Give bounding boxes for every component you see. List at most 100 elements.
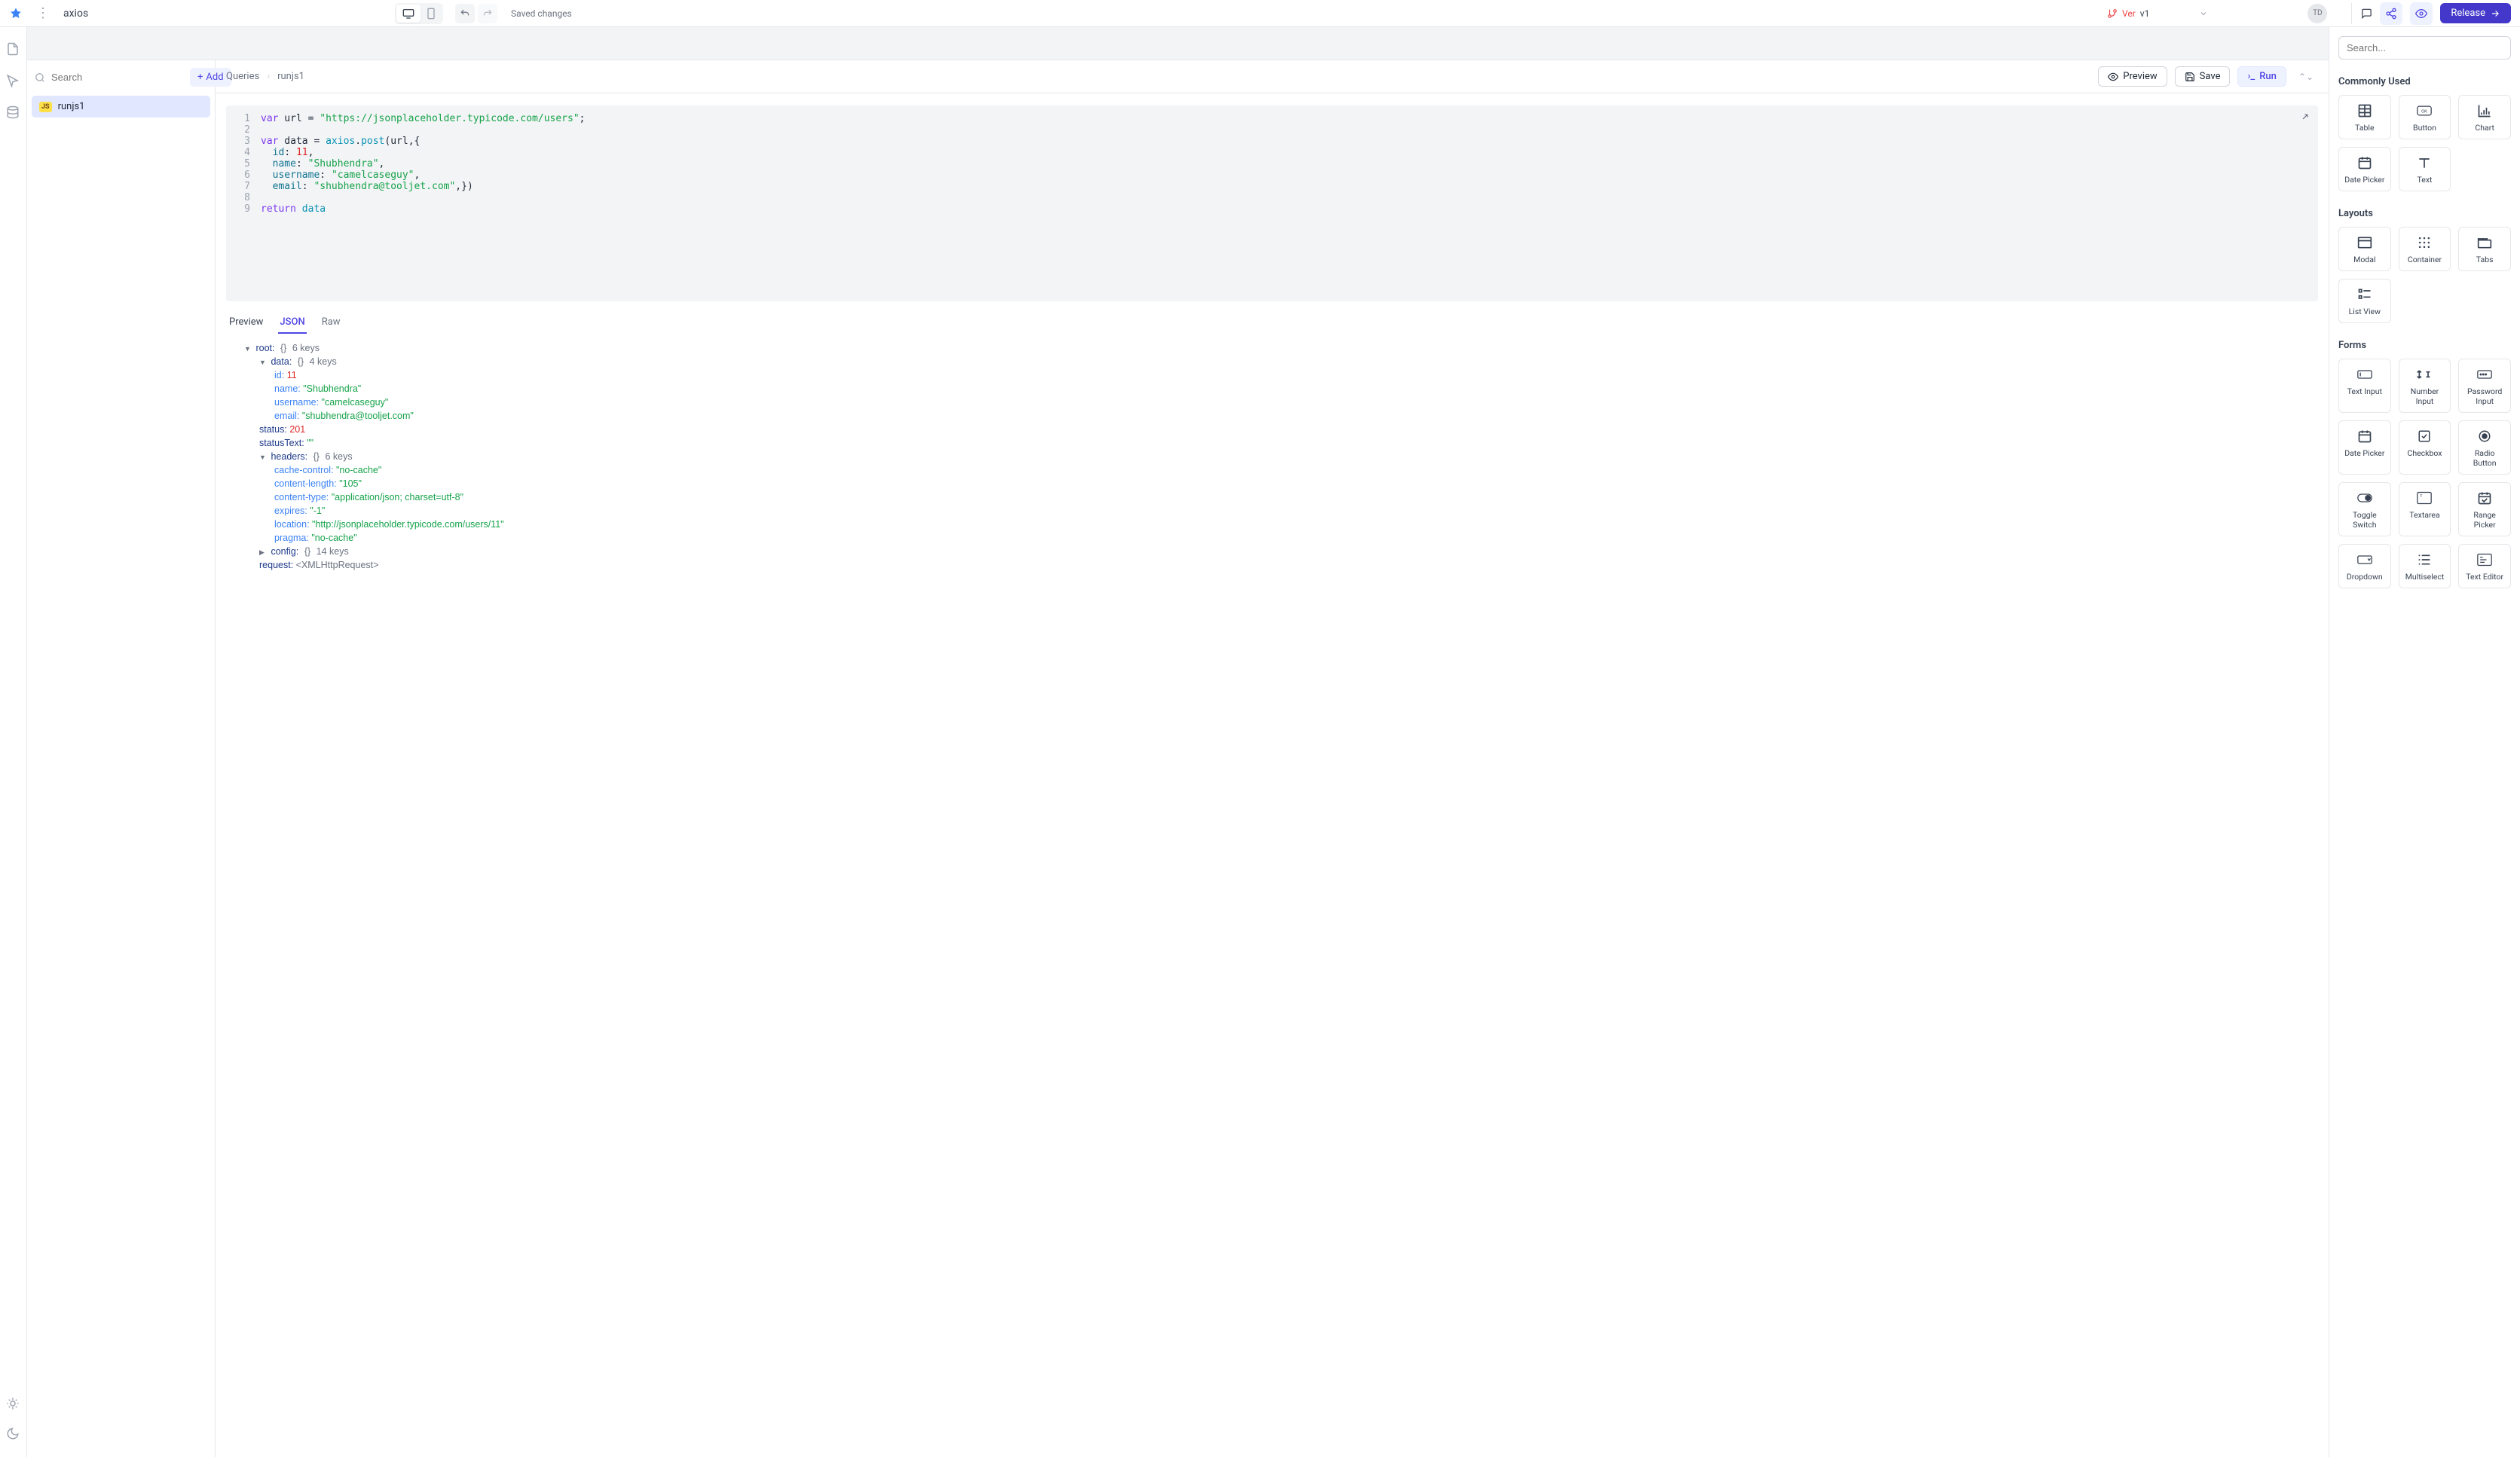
component-search-input[interactable] [2338, 36, 2511, 60]
component-multiselect[interactable]: Multiselect [2399, 544, 2451, 588]
code-text: var url = "https://jsonplaceholder.typic… [261, 113, 585, 124]
component-number-input[interactable]: Number Input [2399, 359, 2451, 413]
inspector-icon[interactable] [6, 74, 21, 89]
preview-eye-button[interactable] [2410, 2, 2433, 25]
run-button[interactable]: ›_ Run [2237, 66, 2286, 87]
json-config[interactable]: ▶ config: {} 14 keys [229, 545, 2315, 558]
json-data[interactable]: ▼ data: {} 4 keys [229, 355, 2315, 368]
component-date-picker[interactable]: Date Picker [2338, 420, 2391, 475]
code-line[interactable]: 1var url = "https://jsonplaceholder.typi… [234, 113, 2307, 124]
version-selector[interactable]: Ver v1 [2107, 8, 2208, 19]
query-item-name: runjs1 [58, 101, 85, 112]
triangle-right-icon[interactable]: ▶ [259, 548, 268, 557]
query-item-runjs1[interactable]: JS runjs1 [32, 96, 210, 118]
json-value: "no-cache" [336, 465, 381, 475]
tab-preview[interactable]: Preview [228, 312, 265, 334]
code-line[interactable]: 9return data [234, 203, 2307, 215]
text-icon [2417, 155, 2432, 170]
list-view-icon [2357, 287, 2372, 302]
dropdown-icon [2357, 552, 2372, 567]
component-list-view[interactable]: List View [2338, 279, 2391, 323]
app-logo-icon [9, 7, 23, 20]
code-line[interactable]: 2 [234, 124, 2307, 136]
component-chart[interactable]: Chart [2458, 95, 2511, 139]
component-dropdown[interactable]: Dropdown [2338, 544, 2391, 588]
query-search-input[interactable] [51, 72, 184, 83]
json-key: headers: [271, 451, 307, 462]
component-modal[interactable]: Modal [2338, 227, 2391, 271]
viewport-mobile-button[interactable] [421, 5, 442, 23]
preview-button[interactable]: Preview [2098, 66, 2167, 87]
code-line[interactable]: 8 [234, 192, 2307, 203]
component-label: Modal [2353, 255, 2375, 264]
canvas-area[interactable] [27, 27, 2329, 60]
code-line[interactable]: 4 id: 11, [234, 147, 2307, 158]
expand-icon[interactable] [2300, 111, 2311, 122]
debug-icon[interactable] [6, 1397, 21, 1412]
json-key: name: [274, 383, 301, 394]
save-button[interactable]: Save [2175, 66, 2231, 87]
chevron-right-icon: › [267, 71, 270, 82]
json-key: root: [255, 343, 274, 353]
undo-button[interactable] [455, 4, 475, 23]
line-number: 6 [234, 170, 250, 181]
breadcrumb-current: runjs1 [277, 71, 304, 82]
redo-button[interactable] [478, 4, 497, 23]
avatar[interactable]: TD [2307, 4, 2327, 23]
component-checkbox[interactable]: Checkbox [2399, 420, 2451, 475]
component-textarea[interactable]: TTextarea [2399, 482, 2451, 536]
component-button[interactable]: OKButton [2399, 95, 2451, 139]
code-line[interactable]: 6 username: "camelcaseguy", [234, 170, 2307, 181]
line-number: 2 [234, 124, 250, 136]
comments-icon[interactable] [2351, 3, 2372, 24]
table-icon [2357, 103, 2372, 118]
code-editor[interactable]: 1var url = "https://jsonplaceholder.typi… [226, 105, 2318, 301]
code-line[interactable]: 7 email: "shubhendra@tooljet.com",}) [234, 181, 2307, 192]
component-date-picker[interactable]: Date Picker [2338, 147, 2391, 191]
page-icon[interactable] [6, 42, 21, 57]
collapse-icon[interactable]: ⌃⌄ [2294, 72, 2318, 82]
triangle-down-icon[interactable]: ▼ [244, 345, 253, 353]
menu-dots-icon[interactable]: ⋮ [32, 5, 54, 21]
code-text: email: "shubhendra@tooljet.com",}) [261, 181, 473, 192]
code-line[interactable]: 3var data = axios.post(url,{ [234, 136, 2307, 147]
tab-json[interactable]: JSON [278, 312, 306, 334]
json-key: expires: [274, 506, 307, 516]
theme-icon[interactable] [6, 1427, 21, 1442]
component-range-picker[interactable]: Range Picker [2458, 482, 2511, 536]
share-button[interactable] [2380, 2, 2402, 25]
json-key: cache-control: [274, 465, 334, 475]
number-input-icon [2417, 367, 2432, 382]
plus-icon: + [197, 72, 203, 83]
json-headers[interactable]: ▼ headers: {} 6 keys [229, 450, 2315, 463]
component-text[interactable]: Text [2399, 147, 2451, 191]
save-label: Save [2200, 71, 2221, 82]
component-password-input[interactable]: Password Input [2458, 359, 2511, 413]
viewport-desktop-button[interactable] [396, 5, 421, 23]
json-root[interactable]: ▼ root: {} 6 keys [229, 341, 2315, 355]
left-rail [0, 27, 27, 1457]
component-label: Checkbox [2407, 448, 2442, 458]
preview-label: Preview [2123, 71, 2157, 82]
component-table[interactable]: Table [2338, 95, 2391, 139]
tab-raw[interactable]: Raw [320, 312, 342, 334]
triangle-down-icon[interactable]: ▼ [259, 359, 268, 366]
release-button[interactable]: Release [2440, 3, 2511, 23]
component-label: Date Picker [2344, 448, 2384, 458]
component-toggle-switch[interactable]: Toggle Switch [2338, 482, 2391, 536]
text-input-icon [2357, 367, 2372, 382]
component-text-editor[interactable]: Text Editor [2458, 544, 2511, 588]
component-label: Button [2413, 123, 2436, 133]
json-key: request: [259, 560, 293, 570]
component-tabs[interactable]: Tabs [2458, 227, 2511, 271]
triangle-down-icon[interactable]: ▼ [259, 454, 268, 461]
component-label: List View [2349, 307, 2381, 316]
breadcrumb-queries[interactable]: Queries [226, 71, 259, 82]
datasource-icon[interactable] [6, 105, 21, 121]
password-input-icon [2477, 367, 2492, 382]
component-text-input[interactable]: Text Input [2338, 359, 2391, 413]
component-container[interactable]: Container [2399, 227, 2451, 271]
code-line[interactable]: 5 name: "Shubhendra", [234, 158, 2307, 170]
component-radio-button[interactable]: Radio Button [2458, 420, 2511, 475]
components-panel: Commonly Used TableOKButtonChartDate Pic… [2329, 27, 2520, 1457]
